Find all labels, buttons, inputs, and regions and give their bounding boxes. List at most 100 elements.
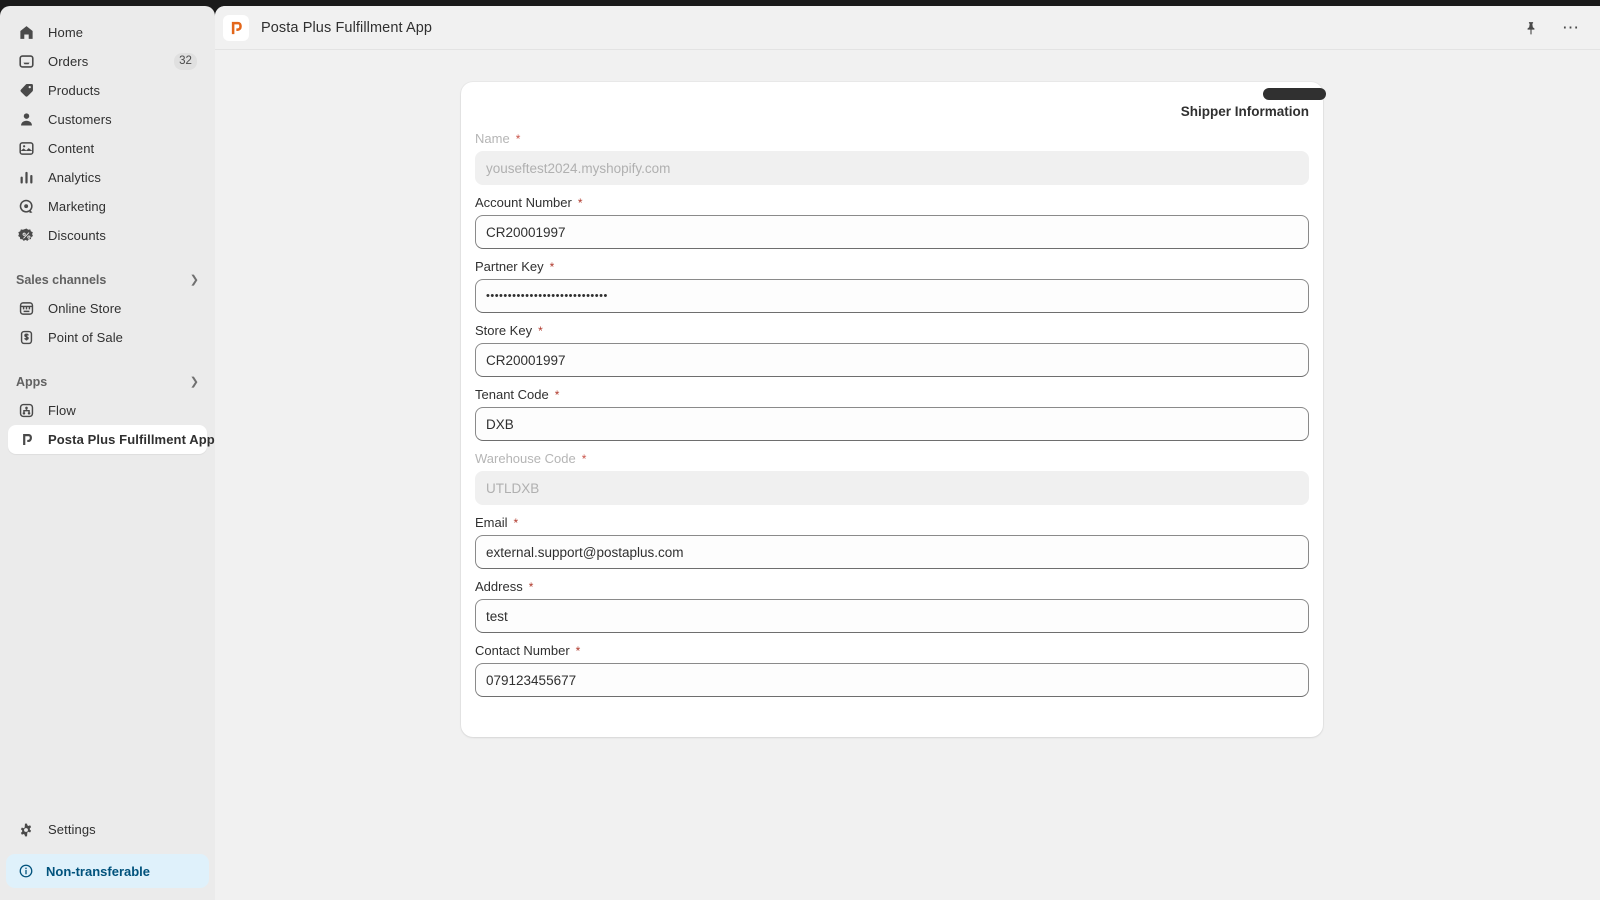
field-label: Tenant Code * <box>475 387 1309 402</box>
field-label: Warehouse Code * <box>475 451 1309 466</box>
marketing-icon <box>16 197 36 217</box>
sidebar-item-settings[interactable]: Settings <box>8 815 207 844</box>
flow-icon <box>16 401 36 421</box>
sidebar-item-products[interactable]: Products <box>8 76 207 105</box>
discounts-icon <box>16 226 36 246</box>
sidebar-item-label: Posta Plus Fulfillment App <box>48 432 215 447</box>
required-marker: * <box>576 645 581 657</box>
sidebar-item-label: Analytics <box>48 170 101 185</box>
point-of-sale-icon <box>16 328 36 348</box>
partner-key-input[interactable]: •••••••••••••••••••••••••••• <box>475 279 1309 313</box>
required-marker: * <box>529 581 534 593</box>
sidebar-section-sales-channels[interactable]: Sales channels ❯ <box>8 266 207 294</box>
field-label: Account Number * <box>475 195 1309 210</box>
tenant-code-input[interactable]: DXB <box>475 407 1309 441</box>
store-key-input[interactable]: CR20001997 <box>475 343 1309 377</box>
sidebar-item-home[interactable]: Home <box>8 18 207 47</box>
sidebar-item-marketing[interactable]: Marketing <box>8 192 207 221</box>
field-label: Email * <box>475 515 1309 530</box>
pin-icon[interactable] <box>1520 17 1542 39</box>
field-label-text: Account Number <box>475 195 572 210</box>
sidebar-item-content[interactable]: Content <box>8 134 207 163</box>
orders-icon <box>16 52 36 72</box>
field-label-text: Contact Number <box>475 643 570 658</box>
form-scroll-area[interactable]: Shipper Information Name * youseftest202… <box>215 50 1600 900</box>
home-icon <box>16 23 36 43</box>
required-marker: * <box>514 517 519 529</box>
section-title: Sales channels <box>16 273 106 287</box>
sidebar-section-apps[interactable]: Apps ❯ <box>8 368 207 396</box>
required-marker: * <box>550 261 555 273</box>
sidebar-item-customers[interactable]: Customers <box>8 105 207 134</box>
sidebar-item-orders[interactable]: Orders 32 <box>8 47 207 76</box>
sidebar-item-label: Online Store <box>48 301 121 316</box>
main-content: Posta Plus Fulfillment App ⋯ Shipper Inf… <box>215 6 1600 900</box>
required-marker: * <box>555 389 560 401</box>
sidebar-item-flow[interactable]: Flow <box>8 396 207 425</box>
sidebar-main-nav: Home Orders 32 Products <box>0 18 215 250</box>
address-input[interactable]: test <box>475 599 1309 633</box>
page-title: Posta Plus Fulfillment App <box>261 20 432 36</box>
field-label: Partner Key * <box>475 259 1309 274</box>
field-label: Contact Number * <box>475 643 1309 658</box>
sidebar-bottom: Settings Non-transferable <box>0 815 215 900</box>
warehouse-code-input: UTLDXB <box>475 471 1309 505</box>
required-marker: * <box>582 453 587 465</box>
field-label: Store Key * <box>475 323 1309 338</box>
sidebar-item-discounts[interactable]: Discounts <box>8 221 207 250</box>
sidebar-item-label: Content <box>48 141 94 156</box>
more-horizontal-icon[interactable]: ⋯ <box>1560 17 1582 39</box>
field-label-text: Email <box>475 515 508 530</box>
gear-icon <box>16 820 36 840</box>
sidebar-item-label: Customers <box>48 112 112 127</box>
sidebar-item-label: Products <box>48 83 100 98</box>
field-tenant-code: Tenant Code * DXB <box>475 387 1309 441</box>
save-button[interactable] <box>1263 88 1326 100</box>
analytics-icon <box>16 168 36 188</box>
field-label-text: Tenant Code <box>475 387 549 402</box>
sidebar-spacer <box>0 250 215 266</box>
field-partner-key: Partner Key * ••••••••••••••••••••••••••… <box>475 259 1309 313</box>
contact-number-input[interactable]: 079123455677 <box>475 663 1309 697</box>
sidebar-item-label: Orders <box>48 54 88 69</box>
field-label-text: Address <box>475 579 523 594</box>
content-icon <box>16 139 36 159</box>
customers-icon <box>16 110 36 130</box>
card-heading: Shipper Information <box>475 104 1309 119</box>
sidebar-item-label: Settings <box>48 822 96 837</box>
email-input[interactable]: external.support@postaplus.com <box>475 535 1309 569</box>
sidebar-item-online-store[interactable]: Online Store <box>8 294 207 323</box>
field-account-number: Account Number * CR20001997 <box>475 195 1309 249</box>
topbar-actions: ⋯ <box>1520 17 1582 39</box>
sidebar-item-analytics[interactable]: Analytics <box>8 163 207 192</box>
sidebar-item-label: Discounts <box>48 228 106 243</box>
sidebar-item-label: Marketing <box>48 199 106 214</box>
chevron-right-icon: ❯ <box>190 275 199 286</box>
shipper-information-card: Shipper Information Name * youseftest202… <box>461 82 1323 737</box>
field-warehouse-code: Warehouse Code * UTLDXB <box>475 451 1309 505</box>
field-label-text: Name <box>475 131 510 146</box>
non-transferable-label: Non-transferable <box>46 864 150 879</box>
sidebar-item-point-of-sale[interactable]: Point of Sale <box>8 323 207 352</box>
posta-plus-logo <box>223 15 249 41</box>
field-label-text: Warehouse Code <box>475 451 576 466</box>
orders-count-badge: 32 <box>174 53 197 70</box>
sidebar: Home Orders 32 Products <box>0 6 215 900</box>
chevron-right-icon: ❯ <box>190 377 199 388</box>
field-contact-number: Contact Number * 079123455677 <box>475 643 1309 697</box>
sidebar-item-posta-plus-fulfillment-app[interactable]: Posta Plus Fulfillment App <box>8 425 207 454</box>
field-name: Name * youseftest2024.myshopify.com <box>475 131 1309 185</box>
field-label: Address * <box>475 579 1309 594</box>
app-topbar: Posta Plus Fulfillment App ⋯ <box>215 6 1600 50</box>
field-store-key: Store Key * CR20001997 <box>475 323 1309 377</box>
non-transferable-badge[interactable]: Non-transferable <box>6 854 209 888</box>
required-marker: * <box>578 197 583 209</box>
online-store-icon <box>16 299 36 319</box>
sidebar-item-label: Point of Sale <box>48 330 123 345</box>
name-input: youseftest2024.myshopify.com <box>475 151 1309 185</box>
required-marker: * <box>538 325 543 337</box>
products-icon <box>16 81 36 101</box>
field-label: Name * <box>475 131 1309 146</box>
field-address: Address * test <box>475 579 1309 633</box>
account-number-input[interactable]: CR20001997 <box>475 215 1309 249</box>
